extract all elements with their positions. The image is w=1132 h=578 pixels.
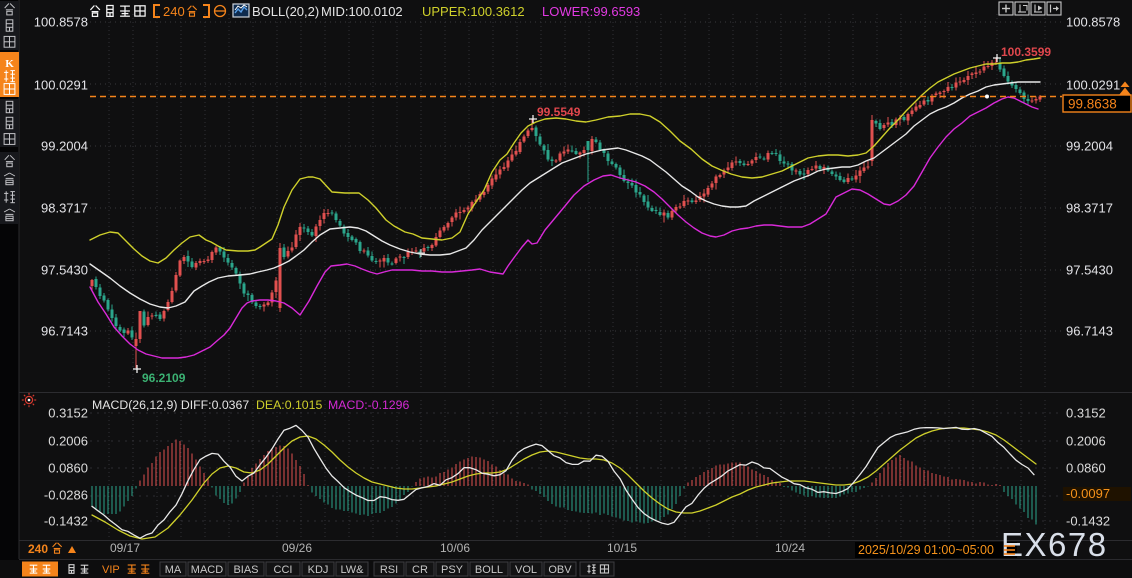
svg-text:BOLL: BOLL [475,564,503,576]
svg-text:UPPER:100.3612: UPPER:100.3612 [422,4,525,19]
svg-text:0.0860: 0.0860 [1066,461,1106,476]
svg-text:DEA:0.1015: DEA:0.1015 [256,398,322,412]
svg-text:240: 240 [28,542,48,556]
svg-text:0.2006: 0.2006 [1066,434,1106,449]
svg-text:98.3717: 98.3717 [1066,201,1113,216]
svg-text:RSI: RSI [380,564,398,576]
svg-text:09/26: 09/26 [282,541,312,555]
svg-text:100.0291: 100.0291 [1066,78,1120,93]
svg-text:96.7143: 96.7143 [41,324,88,339]
svg-text:LOWER:99.6593: LOWER:99.6593 [542,4,640,19]
svg-text:MID:100.0102: MID:100.0102 [321,4,403,19]
svg-text:MACD:-0.1296: MACD:-0.1296 [328,398,409,412]
svg-text:CR: CR [412,564,428,576]
svg-text:99.8638: 99.8638 [1068,97,1117,112]
svg-text:-0.0097: -0.0097 [1066,486,1110,501]
svg-text:VIP: VIP [102,564,120,576]
svg-text:KDJ: KDJ [308,564,329,576]
svg-text:0.2006: 0.2006 [48,434,88,449]
svg-text:10/15: 10/15 [607,541,637,555]
svg-text:09/17: 09/17 [110,541,140,555]
svg-text:100.3599: 100.3599 [1001,45,1051,59]
svg-text:0.3152: 0.3152 [1066,406,1106,421]
svg-text:99.2004: 99.2004 [1066,139,1113,154]
svg-text:CCI: CCI [274,564,293,576]
svg-text:10/06: 10/06 [440,541,470,555]
svg-text:K: K [5,58,14,70]
svg-text:LW&: LW& [340,564,364,576]
svg-text:BIAS: BIAS [233,564,258,576]
svg-text:PSY: PSY [441,564,464,576]
svg-text:98.3717: 98.3717 [41,201,88,216]
svg-text:VOL: VOL [515,564,537,576]
svg-text:EX678: EX678 [1001,526,1108,563]
svg-text:2025/10/29 01:00~05:00: 2025/10/29 01:00~05:00 [858,543,994,557]
svg-text:10/24: 10/24 [775,541,805,555]
svg-text:MACD: MACD [191,564,223,576]
svg-text:100.8578: 100.8578 [34,15,88,30]
svg-text:-0.1432: -0.1432 [44,514,88,529]
svg-text:OBV: OBV [548,564,572,576]
svg-text:99.2004: 99.2004 [41,139,88,154]
svg-text:MACD(26,12,9) DIFF:0.0367: MACD(26,12,9) DIFF:0.0367 [92,398,249,412]
svg-text:-0.0286: -0.0286 [44,488,88,503]
svg-text:96.2109: 96.2109 [142,371,186,385]
svg-text:240: 240 [163,4,185,19]
svg-text:97.5430: 97.5430 [41,263,88,278]
svg-text:100.0291: 100.0291 [34,78,88,93]
svg-text:99.5549: 99.5549 [537,105,581,119]
svg-text:0.3152: 0.3152 [48,406,88,421]
svg-text:96.7143: 96.7143 [1066,324,1113,339]
svg-text:97.5430: 97.5430 [1066,263,1113,278]
svg-text:MA: MA [165,564,182,576]
svg-text:0.0860: 0.0860 [48,461,88,476]
svg-text:100.8578: 100.8578 [1066,15,1120,30]
svg-text:BOLL(20,2): BOLL(20,2) [252,4,319,19]
